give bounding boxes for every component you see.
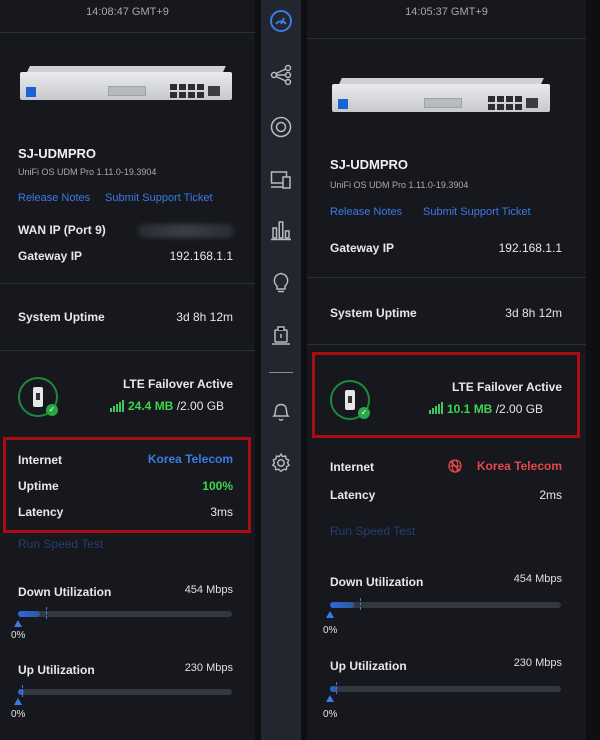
- divider: [0, 32, 255, 33]
- up-capacity: 230 Mbps: [184, 662, 233, 674]
- up-utilization-marker: [336, 682, 337, 694]
- firmware-version: UniFi OS UDM Pro 1.11.0-19.3904: [18, 167, 157, 177]
- insights-icon[interactable]: [270, 271, 292, 293]
- submit-support-ticket-link[interactable]: Submit Support Ticket: [423, 206, 531, 218]
- highlight-box-left: [3, 437, 251, 533]
- lte-data-used: 24.4 MB: [128, 399, 174, 413]
- submit-support-ticket-link[interactable]: Submit Support Ticket: [105, 192, 213, 204]
- dashboard-icon[interactable]: [270, 10, 292, 32]
- globe-offline-icon: [448, 459, 462, 473]
- device-image: [332, 78, 550, 124]
- isp-name: Korea Telecom: [476, 459, 562, 473]
- run-speed-test-link[interactable]: Run Speed Test: [18, 537, 103, 551]
- down-utilization-label: Down Utilization: [330, 575, 424, 589]
- release-notes-link[interactable]: Release Notes: [330, 206, 402, 218]
- devices-icon[interactable]: [270, 116, 292, 138]
- release-notes-link[interactable]: Release Notes: [18, 192, 90, 204]
- alarm-manager-icon[interactable]: [270, 324, 292, 346]
- run-speed-test-link[interactable]: Run Speed Test: [330, 524, 415, 538]
- system-uptime-label: System Uptime: [330, 306, 417, 320]
- device-name: SJ-UDMPRO: [18, 146, 97, 161]
- gateway-ip-label: Gateway IP: [330, 241, 395, 255]
- system-uptime-label: System Uptime: [18, 310, 105, 324]
- latency-value: 2ms: [539, 488, 562, 502]
- gateway-ip-value: 192.168.1.1: [498, 241, 562, 255]
- divider: [0, 283, 255, 284]
- firmware-version: UniFi OS UDM Pro 1.11.0-19.3904: [330, 180, 469, 190]
- down-pointer-icon: [326, 611, 334, 618]
- down-capacity: 454 Mbps: [513, 573, 562, 585]
- highlight-box-right: [312, 352, 580, 438]
- system-uptime-value: 3d 8h 12m: [505, 306, 562, 320]
- settings-icon[interactable]: [270, 452, 292, 474]
- device-image: [20, 66, 232, 112]
- up-utilization-percent: 0%: [11, 709, 26, 720]
- signal-strength-icon: [110, 400, 124, 412]
- wan-ip-redacted: [138, 224, 234, 238]
- down-utilization-marker: [360, 598, 361, 610]
- sidebar-separator: [269, 372, 293, 373]
- timestamp: 14:08:47 GMT+9: [86, 6, 169, 18]
- gateway-ip-label: Gateway IP: [18, 249, 83, 263]
- up-utilization-fill: [18, 689, 24, 695]
- timestamp: 14:05:37 GMT+9: [405, 6, 488, 18]
- latency-label: Latency: [330, 488, 376, 502]
- system-uptime-value: 3d 8h 12m: [176, 310, 233, 324]
- divider: [307, 38, 586, 39]
- down-utilization-percent: 0%: [11, 630, 26, 641]
- lte-data-total: /2.00 GB: [176, 399, 225, 413]
- device-panel-left: 14:08:47 GMT+9 SJ-UDMPRO UniFi OS UDM Pr…: [0, 0, 255, 740]
- down-capacity: 454 Mbps: [184, 584, 233, 596]
- lte-status: LTE Failover Active: [122, 377, 233, 391]
- up-pointer-icon: [14, 698, 22, 705]
- internet-label: Internet: [330, 460, 375, 474]
- divider: [0, 350, 255, 351]
- lte-modem-icon: ✓: [18, 377, 58, 417]
- up-utilization-label: Up Utilization: [18, 663, 95, 677]
- up-utilization-percent: 0%: [323, 709, 338, 720]
- down-utilization-bar: [330, 598, 561, 610]
- lte-data-usage: 24.4 MB /2.00 GB: [128, 399, 224, 413]
- check-icon: ✓: [46, 404, 58, 416]
- divider: [307, 344, 586, 345]
- down-utilization-marker: [46, 607, 47, 619]
- statistics-icon[interactable]: [270, 219, 292, 241]
- device-name: SJ-UDMPRO: [330, 157, 409, 172]
- clients-icon[interactable]: [270, 169, 292, 191]
- gateway-ip-value: 192.168.1.1: [169, 249, 233, 263]
- down-utilization-bar: [18, 607, 232, 619]
- divider: [307, 277, 586, 278]
- down-utilization-label: Down Utilization: [18, 585, 112, 599]
- up-utilization-marker: [22, 685, 23, 697]
- sidebar: [261, 0, 301, 740]
- down-pointer-icon: [14, 620, 22, 627]
- up-capacity: 230 Mbps: [513, 657, 562, 669]
- down-utilization-percent: 0%: [323, 625, 338, 636]
- wan-ip-label: WAN IP (Port 9): [18, 223, 106, 237]
- divider-right: [586, 0, 600, 740]
- up-pointer-icon: [326, 695, 334, 702]
- down-utilization-fill: [18, 611, 40, 617]
- notifications-icon[interactable]: [270, 400, 292, 422]
- up-utilization-bar: [330, 682, 561, 694]
- down-utilization-fill: [330, 602, 354, 608]
- topology-icon[interactable]: [270, 64, 292, 86]
- up-utilization-bar: [18, 685, 232, 697]
- up-utilization-label: Up Utilization: [330, 659, 407, 673]
